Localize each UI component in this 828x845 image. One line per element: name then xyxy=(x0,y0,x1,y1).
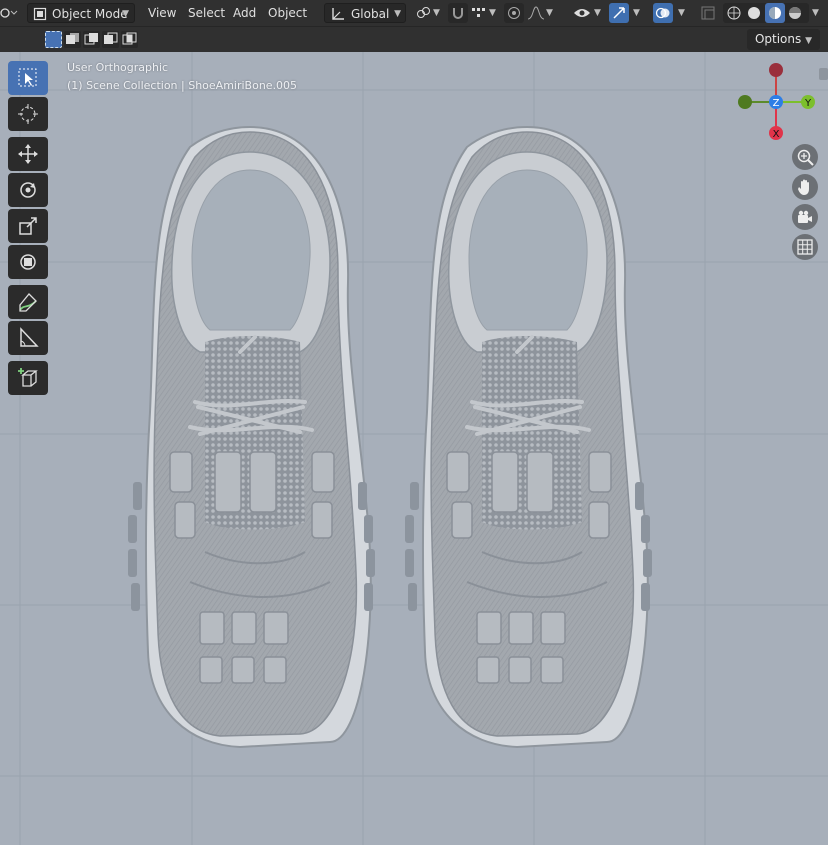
select-invert-button[interactable] xyxy=(102,31,119,48)
add-cube-tool[interactable] xyxy=(8,361,48,395)
snap-increment-icon xyxy=(472,8,485,17)
pivot-icon xyxy=(417,7,430,18)
proportional-editing-button[interactable] xyxy=(504,3,524,23)
viewport-header: Object Mode ▼ View Select Add Object Glo… xyxy=(0,0,828,27)
orientation-label: Global xyxy=(351,7,390,21)
snap-toggle-button[interactable] xyxy=(448,3,468,23)
overlays-toggle-button[interactable] xyxy=(653,3,673,23)
transform-tool[interactable] xyxy=(8,245,48,279)
magnet-icon xyxy=(453,8,463,19)
pan-hand-icon xyxy=(798,179,809,195)
editor-type-icon xyxy=(0,8,18,18)
select-extend-button[interactable] xyxy=(64,31,81,48)
camera-icon xyxy=(798,210,812,223)
chevron-down-icon[interactable]: ▼ xyxy=(594,8,601,18)
view-name: User Orthographic xyxy=(67,61,169,74)
select-subtract-button[interactable] xyxy=(83,31,100,48)
zoom-icon xyxy=(797,149,814,166)
shoes-model[interactable] xyxy=(0,52,828,845)
menu-add[interactable]: Add xyxy=(233,3,256,23)
chevron-down-icon[interactable]: ▼ xyxy=(489,8,496,18)
object-mode-icon xyxy=(33,7,47,21)
menu-select[interactable]: Select xyxy=(188,3,225,23)
tool-settings-bar: Options ▼ xyxy=(0,27,828,52)
chevron-down-icon[interactable]: ▼ xyxy=(812,8,819,18)
camera-view-button[interactable] xyxy=(792,204,818,230)
shading-icons xyxy=(727,3,801,23)
pan-button[interactable] xyxy=(792,174,818,200)
cursor-icon xyxy=(18,104,38,124)
cursor-tool[interactable] xyxy=(8,97,48,131)
extend-icon xyxy=(66,33,79,44)
shading-mode-group xyxy=(723,3,809,23)
chevron-down-icon[interactable]: ▼ xyxy=(433,8,440,18)
select-box-tool[interactable] xyxy=(8,61,48,95)
transform-icon xyxy=(20,254,36,270)
snap-target-button[interactable] xyxy=(469,3,489,23)
intersect-icon xyxy=(122,32,137,45)
projection-toggle-button[interactable] xyxy=(792,234,818,260)
falloff-button[interactable] xyxy=(526,3,546,23)
mode-label: Object Mode xyxy=(52,7,128,21)
z-axis-label: Z xyxy=(773,98,780,109)
gizmo-toggle-button[interactable] xyxy=(609,3,629,23)
select-box-icon xyxy=(18,68,37,87)
subtract-icon xyxy=(84,33,98,45)
xray-icon xyxy=(701,6,715,20)
navigation-gizmo[interactable]: Z Y X xyxy=(730,60,820,150)
x-axis-label: X xyxy=(773,129,780,140)
mode-dropdown[interactable]: Object Mode ▼ xyxy=(27,3,135,23)
y-axis-label: Y xyxy=(804,98,812,109)
move-tool[interactable] xyxy=(8,137,48,171)
add-cube-icon xyxy=(18,368,38,387)
chevron-down-icon: ▼ xyxy=(805,36,812,46)
editor-type-dropdown[interactable] xyxy=(0,3,18,23)
grid-icon xyxy=(797,239,813,255)
eye-icon xyxy=(574,9,590,17)
options-button[interactable]: Options ▼ xyxy=(746,29,820,50)
orientation-axes-icon xyxy=(332,8,344,20)
falloff-curve-icon xyxy=(527,6,545,20)
rotate-tool[interactable] xyxy=(8,173,48,207)
select-new-button[interactable] xyxy=(45,31,62,48)
menu-object[interactable]: Object xyxy=(268,3,307,23)
rotate-icon xyxy=(20,182,36,198)
transform-orientation-dropdown[interactable]: Global ▼ xyxy=(324,3,406,23)
neg-x-handle[interactable] xyxy=(769,63,783,77)
overlays-icon xyxy=(655,7,670,19)
tool-shelf xyxy=(8,61,48,401)
scale-tool[interactable] xyxy=(8,209,48,243)
collection-info: (1) Scene Collection | ShoeAmiriBone.005 xyxy=(67,79,298,92)
chevron-down-icon: ▼ xyxy=(394,9,401,19)
chevron-down-icon[interactable]: ▼ xyxy=(633,8,640,18)
scale-icon xyxy=(19,217,37,235)
select-intersect-button[interactable] xyxy=(121,31,138,48)
3d-viewport[interactable]: User Orthographic (1) Scene Collection |… xyxy=(0,52,828,845)
chevron-down-icon[interactable]: ▼ xyxy=(678,8,685,18)
measure-tool[interactable] xyxy=(8,321,48,355)
xray-toggle-button[interactable] xyxy=(698,3,718,23)
sidebar-toggle[interactable] xyxy=(819,68,828,80)
annotate-icon xyxy=(19,293,37,312)
annotate-tool[interactable] xyxy=(8,285,48,319)
menu-view[interactable]: View xyxy=(148,3,176,23)
pivot-point-button[interactable] xyxy=(414,3,434,23)
invert-icon xyxy=(104,32,118,44)
proportional-edit-icon xyxy=(508,7,520,19)
options-label: Options xyxy=(754,32,802,46)
neg-y-handle[interactable] xyxy=(738,95,752,109)
zoom-button[interactable] xyxy=(792,144,818,170)
move-icon xyxy=(18,144,38,164)
gizmo-icon xyxy=(613,7,625,19)
measure-icon xyxy=(20,327,39,347)
left-shoe[interactable] xyxy=(0,52,377,749)
chevron-down-icon[interactable]: ▼ xyxy=(546,8,553,18)
chevron-down-icon: ▼ xyxy=(122,9,129,19)
visibility-button[interactable] xyxy=(572,3,592,23)
